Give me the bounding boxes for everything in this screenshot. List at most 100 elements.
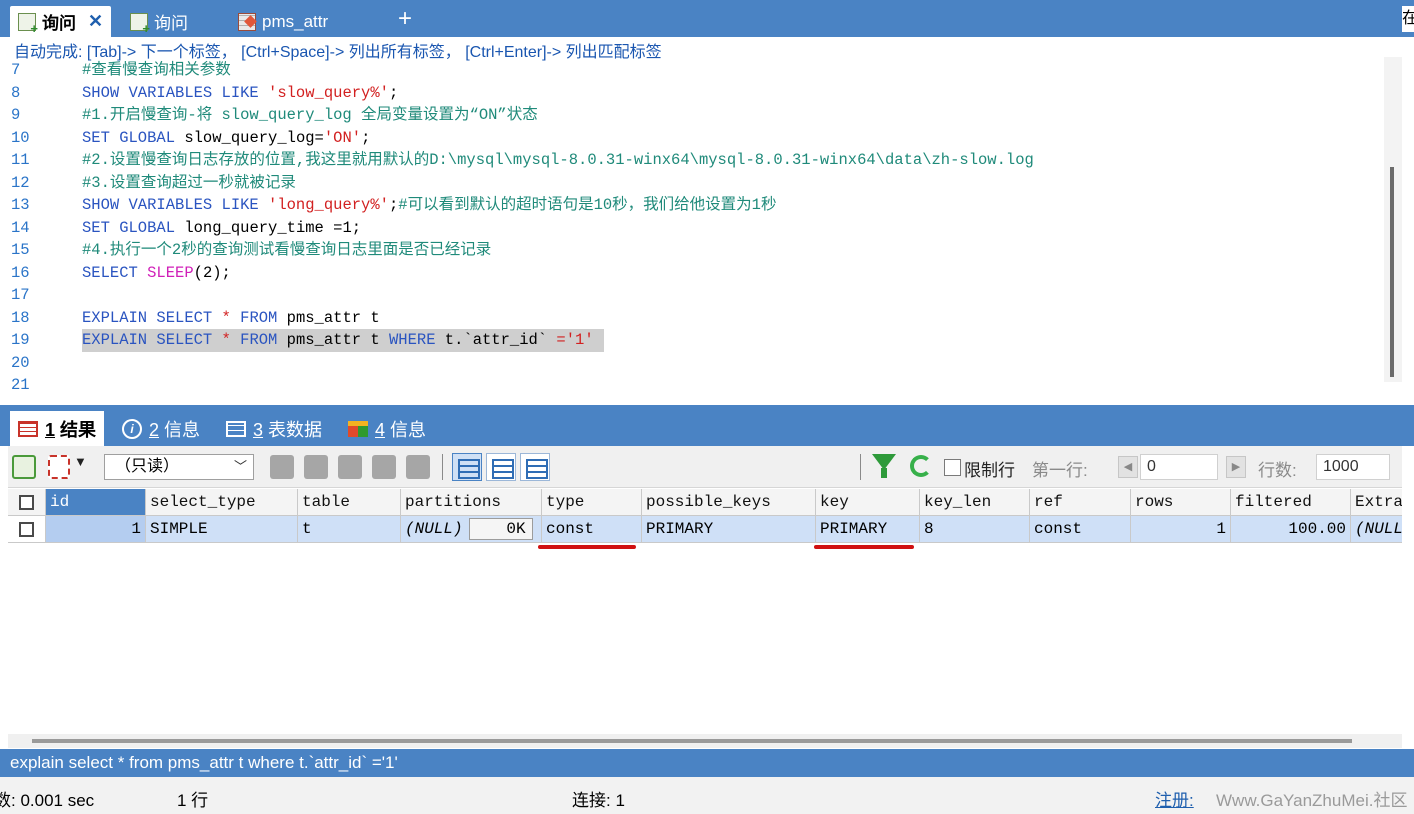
- sql-editor[interactable]: 自动完成: [Tab]-> 下一个标签， [Ctrl+Space]-> 列出所有…: [8, 37, 1402, 405]
- new-tab-button[interactable]: +: [398, 6, 412, 32]
- column-header-key-len[interactable]: key_len: [920, 489, 1030, 516]
- editor-vertical-scrollbar[interactable]: [1384, 57, 1402, 382]
- scrollbar-thumb[interactable]: [32, 739, 1352, 743]
- tab-info-2[interactable]: 4 信息: [340, 411, 434, 446]
- code-line[interactable]: 18 EXPLAIN SELECT * FROM pms_attr t: [8, 307, 1384, 330]
- text-view-button[interactable]: [520, 453, 550, 481]
- column-header-possible-keys[interactable]: possible_keys: [642, 489, 816, 516]
- cell-key[interactable]: PRIMARY: [816, 516, 920, 543]
- cell-rows[interactable]: 1: [1131, 516, 1231, 543]
- cell-select-type[interactable]: SIMPLE: [146, 516, 298, 543]
- close-icon[interactable]: ✕: [88, 11, 103, 32]
- tab-result[interactable]: 1 结果: [10, 411, 105, 446]
- code-token: EXPLAIN SELECT: [82, 331, 222, 349]
- code-line[interactable]: 14 SET GLOBAL long_query_time =1;: [8, 217, 1384, 240]
- tab-pms-attr[interactable]: pms_attr: [230, 6, 336, 37]
- partitions-editor-button[interactable]: 0K: [468, 518, 533, 540]
- form-view-button[interactable]: [486, 453, 516, 481]
- code-token: ;: [388, 83, 399, 102]
- code-line[interactable]: 21: [8, 374, 1384, 397]
- filter-icon[interactable]: [872, 454, 896, 478]
- cell-possible-keys[interactable]: PRIMARY: [642, 516, 816, 543]
- code-line[interactable]: 9 #1.开启慢查询-将 slow_query_log 全局变量设置为“ON”状态: [8, 104, 1384, 127]
- code-line[interactable]: 20: [8, 352, 1384, 375]
- select-all-checkbox[interactable]: [8, 489, 46, 516]
- cell-ref[interactable]: const: [1030, 516, 1131, 543]
- previous-page-icon[interactable]: ◀: [1118, 456, 1138, 478]
- cell-id[interactable]: 1: [46, 516, 146, 543]
- column-header-table[interactable]: table: [298, 489, 401, 516]
- tab-label: 信息: [390, 419, 427, 440]
- execution-time: 数: 0.001 sec: [0, 791, 95, 810]
- code-text: SHOW VARIABLES LIKE 'long_query%';#可以看到默…: [82, 194, 776, 217]
- code-token: SHOW VARIABLES LIKE: [82, 196, 269, 214]
- readonly-select-value: （只读）: [115, 458, 180, 475]
- limit-rows-checkbox[interactable]: [944, 459, 961, 476]
- delete-icon[interactable]: [372, 455, 396, 479]
- tab-query-2[interactable]: 询问: [122, 6, 196, 37]
- code-token: t.`attr_id`: [444, 331, 557, 349]
- refresh-icon[interactable]: [910, 455, 932, 477]
- code-area[interactable]: 7 #查看慢查询相关参数 8 SHOW VARIABLES LIKE 'slow_qu…: [8, 59, 1384, 397]
- code-token: slow_query_log=: [184, 128, 324, 147]
- code-token: FROM: [240, 308, 287, 327]
- code-token: EXPLAIN SELECT: [82, 308, 222, 327]
- scrollbar-thumb[interactable]: [1390, 167, 1394, 377]
- grid-horizontal-scrollbar[interactable]: [8, 734, 1402, 748]
- rows-input[interactable]: 1000: [1316, 454, 1390, 480]
- first-row-input[interactable]: 0: [1140, 454, 1218, 480]
- readonly-select[interactable]: （只读） ﹀: [104, 454, 254, 480]
- cancel-changes-icon[interactable]: [406, 455, 430, 479]
- next-page-icon[interactable]: ▶: [1226, 456, 1246, 478]
- code-text: SET GLOBAL slow_query_log='ON';: [82, 127, 370, 150]
- chevron-down-icon: ﹀: [233, 459, 247, 474]
- cell-table[interactable]: t: [298, 516, 401, 543]
- code-line[interactable]: 13 SHOW VARIABLES LIKE 'long_query%';#可以看…: [8, 194, 1384, 217]
- code-line[interactable]: 11 #2.设置慢查询日志存放的位置,我这里就用默认的D:\mysql\mysql…: [8, 149, 1384, 172]
- code-line[interactable]: 15 #4.执行一个2秒的查询测试看慢查询日志里面是否已经记录: [8, 239, 1384, 262]
- select-cells-icon[interactable]: [48, 455, 70, 479]
- result-grid[interactable]: id select_type table partitions type pos…: [8, 489, 1402, 734]
- column-header-rows[interactable]: rows: [1131, 489, 1231, 516]
- result-grid-icon: [18, 420, 38, 437]
- code-line[interactable]: 19 EXPLAIN SELECT * FROM pms_attr t WHERE…: [8, 329, 1384, 352]
- column-header-key[interactable]: key: [816, 489, 920, 516]
- duplicate-row-icon[interactable]: [304, 455, 328, 479]
- column-header-filtered[interactable]: filtered: [1231, 489, 1351, 516]
- code-token: 'long_query%': [268, 196, 389, 214]
- cell-type[interactable]: const: [542, 516, 642, 543]
- tab-table-data[interactable]: 3 表数据: [218, 411, 330, 446]
- cell-filtered[interactable]: 100.00: [1231, 516, 1351, 543]
- save-icon[interactable]: [338, 455, 362, 479]
- column-header-id[interactable]: id: [46, 489, 146, 516]
- register-link[interactable]: 注册:: [1155, 786, 1194, 811]
- code-text: #2.设置慢查询日志存放的位置,我这里就用默认的D:\mysql\mysql-8…: [82, 149, 1034, 172]
- grid-view-button[interactable]: [452, 453, 482, 481]
- column-header-ref[interactable]: ref: [1030, 489, 1131, 516]
- code-line[interactable]: 7 #查看慢查询相关参数: [8, 59, 1384, 82]
- code-line[interactable]: 12 #3.设置查询超过一秒就被记录: [8, 172, 1384, 195]
- tab-query-1[interactable]: 询问 ✕: [10, 6, 112, 37]
- executed-sql-status: explain select * from pms_attr t where t…: [0, 749, 1414, 777]
- chevron-down-icon[interactable]: ▼: [74, 454, 87, 469]
- tab-info[interactable]: i 2 信息: [114, 411, 208, 446]
- insert-row-icon[interactable]: [270, 455, 294, 479]
- tab-number: 2: [149, 419, 160, 440]
- cell-key-len[interactable]: 8: [920, 516, 1030, 543]
- table-row[interactable]: 1 SIMPLE t (NULL) 0K const PRIMARY PRIMAR…: [8, 516, 1402, 543]
- code-line[interactable]: 16 SELECT SLEEP(2);: [8, 262, 1384, 285]
- row-checkbox[interactable]: [8, 516, 46, 543]
- column-header-select-type[interactable]: select_type: [146, 489, 298, 516]
- table-data-icon: [226, 420, 246, 437]
- code-line[interactable]: 10 SET GLOBAL slow_query_log='ON';: [8, 127, 1384, 150]
- line-number: 9: [11, 106, 21, 124]
- column-header-type[interactable]: type: [542, 489, 642, 516]
- cell-partitions[interactable]: (NULL) 0K: [401, 516, 542, 543]
- add-row-icon[interactable]: [12, 455, 36, 479]
- code-token: #1.开启慢查询-将 slow_query_log 全局变量设置为“ON”状态: [82, 106, 538, 124]
- code-line[interactable]: 17: [8, 284, 1384, 307]
- column-header-extra[interactable]: Extra: [1351, 489, 1402, 516]
- code-line[interactable]: 8 SHOW VARIABLES LIKE 'slow_query%';: [8, 82, 1384, 105]
- cell-extra[interactable]: (NULL): [1351, 516, 1402, 543]
- column-header-partitions[interactable]: partitions: [401, 489, 542, 516]
